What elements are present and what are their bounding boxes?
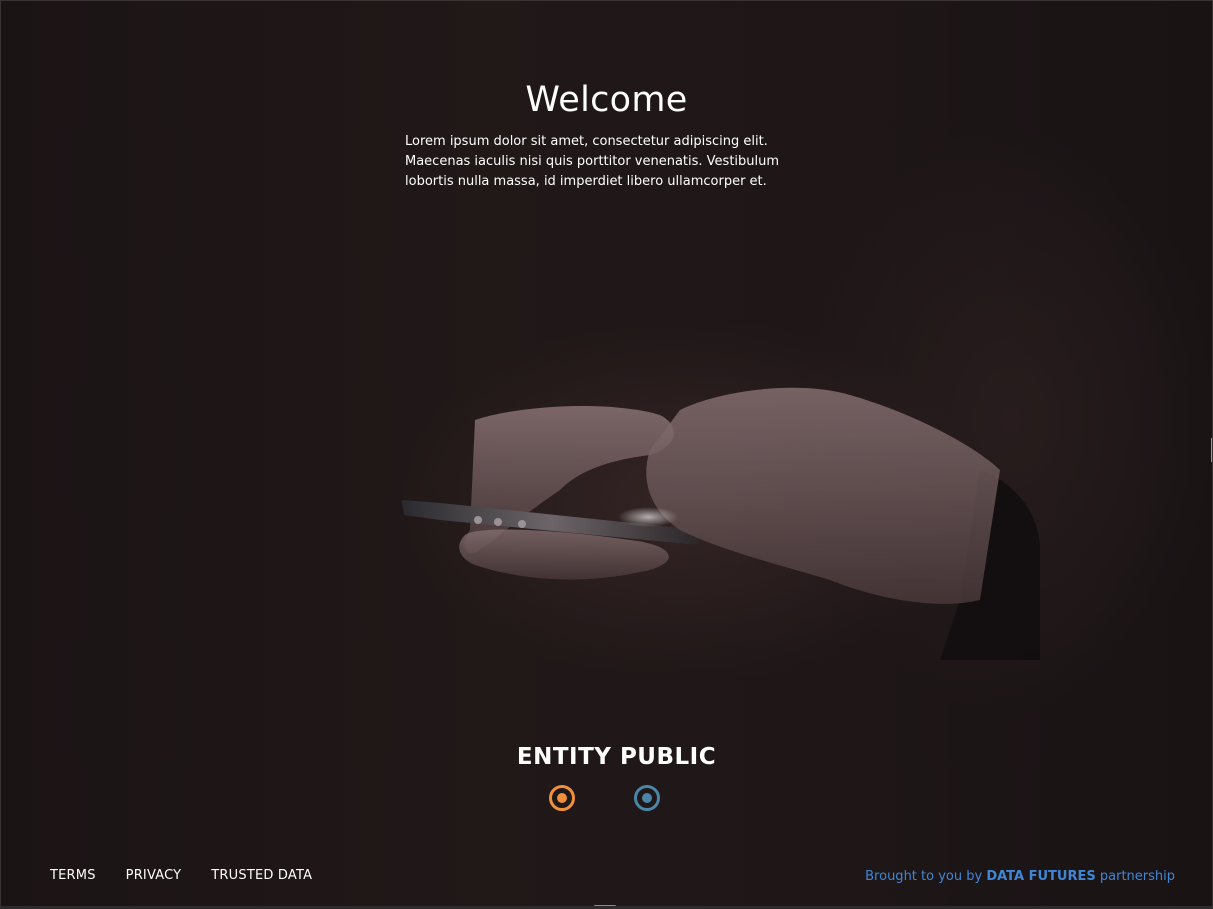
radio-dot-icon — [557, 793, 567, 803]
credit-prefix: Brought to you by — [865, 869, 983, 884]
page-title: Welcome — [525, 80, 688, 120]
trusted-data-link[interactable]: TRUSTED DATA — [211, 868, 312, 883]
landing-page: Welcome Lorem ipsum dolor sit amet, cons… — [0, 0, 1213, 909]
intro-text: Lorem ipsum dolor sit amet, consectetur … — [405, 134, 780, 189]
scroll-handle[interactable] — [594, 905, 616, 909]
credit-brand: DATA FUTURES — [986, 869, 1096, 884]
credit-suffix: partnership — [1099, 869, 1175, 884]
entity-option-orange-radio[interactable] — [549, 785, 575, 811]
partnership-credit: Brought to you by DATA FUTURES partnersh… — [865, 869, 1175, 884]
terms-link[interactable]: TERMS — [50, 868, 96, 883]
privacy-link[interactable]: PRIVACY — [126, 868, 182, 883]
entity-option-blue-radio[interactable] — [634, 785, 660, 811]
entity-title: ENTITY PUBLIC — [516, 744, 717, 770]
radio-dot-icon — [642, 793, 652, 803]
footer-nav: TERMS PRIVACY TRUSTED DATA — [50, 868, 312, 883]
hands-smartphone-photo — [402, 387, 1040, 660]
